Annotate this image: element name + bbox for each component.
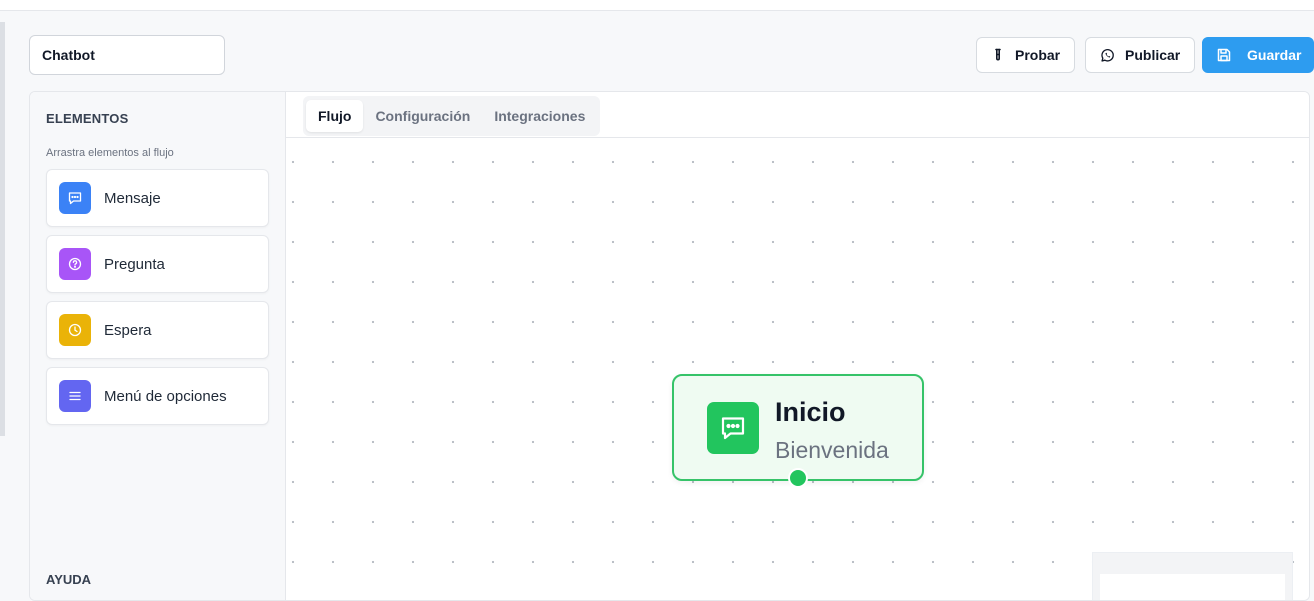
chat-icon	[707, 402, 759, 454]
tab-flow[interactable]: Flujo	[306, 100, 364, 132]
tab-list: Flujo Configuración Integraciones	[303, 96, 601, 136]
save-icon	[1217, 48, 1231, 62]
chatbot-name-input[interactable]	[29, 35, 225, 75]
help-title: AYUDA	[46, 572, 92, 587]
tab-configuration[interactable]: Configuración	[363, 100, 482, 132]
tab-integrations[interactable]: Integraciones	[482, 100, 597, 132]
elements-title: ELEMENTOS	[46, 111, 129, 126]
element-label: Pregunta	[104, 255, 165, 273]
elements-sidebar: ELEMENTOS Arrastra elementos al flujo Me…	[30, 92, 286, 600]
element-label: Espera	[104, 321, 152, 339]
flow-canvas[interactable]: Inicio Bienvenida	[286, 139, 1309, 600]
node-title: Inicio	[775, 397, 846, 427]
node-output-handle[interactable]	[788, 468, 808, 488]
question-icon	[59, 248, 91, 280]
list-icon	[59, 380, 91, 412]
message-icon	[59, 182, 91, 214]
test-button-label: Probar	[1015, 47, 1061, 63]
minimap[interactable]	[1092, 552, 1293, 600]
start-node[interactable]: Inicio Bienvenida	[672, 374, 924, 488]
left-scroll-edge	[0, 22, 5, 436]
element-label: Menú de opciones	[104, 387, 227, 405]
clock-icon	[59, 314, 91, 346]
whatsapp-icon	[1100, 48, 1115, 63]
flow-editor: ELEMENTOS Arrastra elementos al flujo Me…	[29, 91, 1310, 601]
save-button[interactable]: Guardar	[1202, 37, 1314, 73]
test-tube-icon	[991, 48, 1005, 62]
element-options-menu[interactable]: Menú de opciones	[46, 367, 269, 425]
element-wait[interactable]: Espera	[46, 301, 269, 359]
node-subtitle: Bienvenida	[775, 437, 889, 463]
test-button[interactable]: Probar	[976, 37, 1076, 73]
element-question[interactable]: Pregunta	[46, 235, 269, 293]
elements-hint: Arrastra elementos al flujo	[46, 147, 174, 159]
element-message[interactable]: Mensaje	[46, 169, 269, 227]
save-button-label: Guardar	[1247, 47, 1302, 63]
tabs-bar: Flujo Configuración Integraciones	[286, 92, 1309, 138]
element-label: Mensaje	[104, 189, 161, 207]
publish-button[interactable]: Publicar	[1085, 37, 1196, 73]
minimap-viewport	[1100, 574, 1285, 600]
publish-button-label: Publicar	[1125, 47, 1181, 63]
top-bar	[0, 0, 1314, 11]
canvas-area: Flujo Configuración Integraciones Inicio…	[286, 92, 1309, 600]
